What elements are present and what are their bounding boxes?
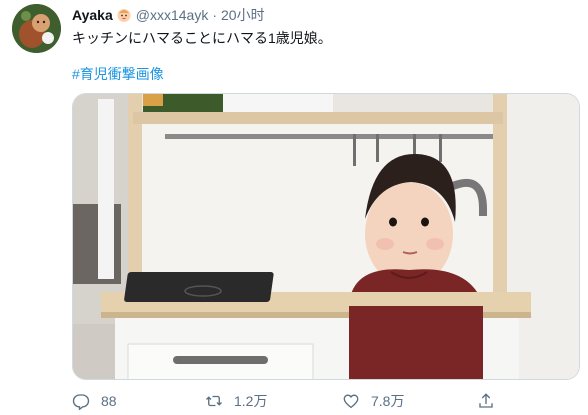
share-button[interactable] (477, 389, 506, 413)
reply-count: 88 (101, 393, 117, 409)
heart-icon (343, 394, 359, 409)
retweet-count: 1.2万 (234, 393, 268, 409)
retweet-button[interactable]: 1.2万 (205, 389, 267, 413)
share-icon (479, 393, 493, 408)
tweet-card[interactable]: Ayaka @xxx14ayk · 20小时 キッチンにハマることにハマる1歳児… (0, 0, 588, 415)
hashtag-link[interactable]: #育児衝撃画像 (72, 64, 164, 84)
tweet-header: Ayaka @xxx14ayk · 20小时 (72, 4, 265, 26)
tweet-photo[interactable] (72, 93, 580, 380)
like-count: 7.8万 (371, 393, 405, 409)
like-button[interactable]: 7.8万 (342, 389, 404, 413)
reply-button[interactable]: 88 (72, 389, 117, 413)
baby-face-icon (116, 7, 132, 23)
avatar[interactable] (12, 4, 61, 53)
reply-icon (72, 394, 90, 410)
display-name[interactable]: Ayaka (72, 7, 113, 23)
retweet-icon (206, 395, 222, 407)
timestamp[interactable]: 20小时 (221, 5, 265, 25)
separator-dot: · (212, 7, 217, 23)
user-handle[interactable]: @xxx14ayk (136, 7, 209, 23)
tweet-text: キッチンにハマることにハマる1歳児娘。 (72, 30, 332, 46)
tweet-actions: 88 1.2万 7.8万 (72, 389, 512, 413)
